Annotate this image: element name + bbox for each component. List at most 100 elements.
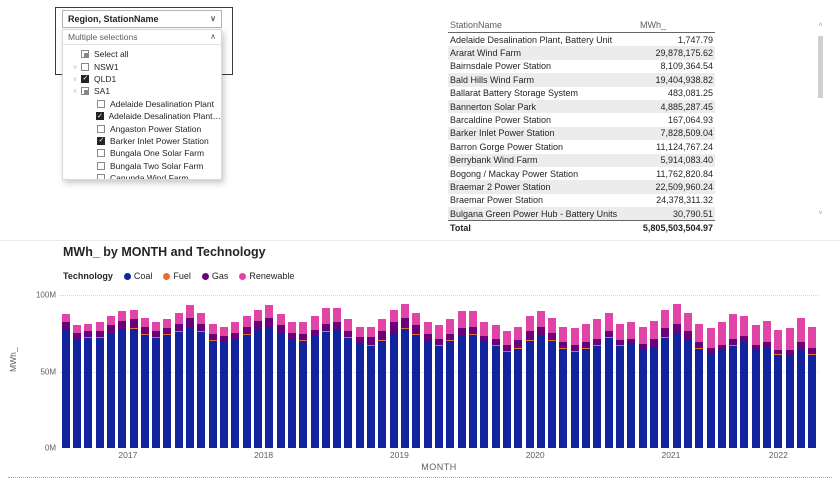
segment-renewable[interactable] <box>152 322 160 331</box>
stacked-bar-2018-06[interactable] <box>254 310 262 448</box>
stacked-bar-2017-05[interactable] <box>107 316 115 448</box>
legend-item-coal[interactable]: Coal <box>124 271 153 281</box>
segment-renewable[interactable] <box>322 308 330 323</box>
stacked-bar-2019-09[interactable] <box>424 322 432 448</box>
slicer-item-bungala-one-solar-farm[interactable]: Bungala One Solar Farm <box>63 147 221 159</box>
stacked-bar-2021-01[interactable] <box>605 313 613 448</box>
segment-renewable[interactable] <box>740 316 748 336</box>
segment-renewable[interactable] <box>582 324 590 342</box>
stacked-bar-2017-08[interactable] <box>141 318 149 448</box>
segment-renewable[interactable] <box>559 327 567 342</box>
slicer-item-canunda-wind-farm[interactable]: Canunda Wind Farm <box>63 172 221 180</box>
segment-renewable[interactable] <box>458 311 466 328</box>
table-row[interactable]: Adelaide Desalination Plant, Battery Uni… <box>448 33 715 46</box>
legend-item-gas[interactable]: Gas <box>202 271 229 281</box>
stacked-bar-2017-11[interactable] <box>175 313 183 448</box>
stacked-bar-2020-04[interactable] <box>503 331 511 448</box>
segment-coal[interactable] <box>537 336 545 448</box>
stacked-bar-2021-09[interactable] <box>695 324 703 448</box>
segment-coal[interactable] <box>786 356 794 448</box>
stacked-bar-2021-02[interactable] <box>616 324 624 448</box>
chevron-down-icon[interactable]: ∨ <box>210 15 216 23</box>
segment-gas[interactable] <box>684 331 692 339</box>
segment-coal[interactable] <box>526 341 534 448</box>
stacked-bar-2021-08[interactable] <box>684 313 692 448</box>
slicer-item-barker-inlet-power-station[interactable]: Barker Inlet Power Station <box>63 135 221 147</box>
legend-item-fuel[interactable]: Fuel <box>163 271 191 281</box>
table-scrollbar[interactable]: ˄ ˅ <box>817 22 824 218</box>
segment-coal[interactable] <box>175 332 183 448</box>
stacked-bar-2022-03[interactable] <box>763 321 771 448</box>
segment-renewable[interactable] <box>220 327 228 336</box>
checkbox-unchecked[interactable] <box>97 100 105 108</box>
segment-coal[interactable] <box>333 330 341 448</box>
stacked-bar-2019-07[interactable] <box>401 304 409 448</box>
segment-renewable[interactable] <box>605 313 613 331</box>
segment-coal[interactable] <box>458 336 466 448</box>
segment-coal[interactable] <box>378 341 386 448</box>
segment-coal[interactable] <box>752 350 760 448</box>
stacked-bar-2020-01[interactable] <box>469 311 477 448</box>
stacked-bar-2022-06[interactable] <box>797 318 805 448</box>
segment-gas[interactable] <box>254 321 262 330</box>
stacked-bar-2022-01[interactable] <box>740 316 748 448</box>
stacked-bar-2017-07[interactable] <box>130 310 138 448</box>
segment-renewable[interactable] <box>492 325 500 339</box>
stacked-bar-2022-07[interactable] <box>808 327 816 448</box>
chevron-down-icon[interactable]: ∨ <box>69 75 81 83</box>
segment-renewable[interactable] <box>163 319 171 328</box>
segment-renewable[interactable] <box>311 316 319 330</box>
stacked-bar-2020-05[interactable] <box>514 327 522 448</box>
stacked-bar-2022-04[interactable] <box>774 330 782 448</box>
segment-gas[interactable] <box>118 321 126 330</box>
checkbox-unchecked[interactable] <box>97 149 105 157</box>
segment-renewable[interactable] <box>84 324 92 332</box>
stacked-bar-2018-02[interactable] <box>209 324 217 448</box>
segment-renewable[interactable] <box>684 313 692 331</box>
stacked-bar-2017-12[interactable] <box>186 305 194 448</box>
stacked-bar-2017-01[interactable] <box>62 314 70 448</box>
scroll-up-icon[interactable]: ˄ <box>817 22 824 30</box>
segment-gas[interactable] <box>367 337 375 345</box>
segment-coal[interactable] <box>424 342 432 448</box>
table-row[interactable]: Bannerton Solar Park4,885,287.45 <box>448 100 715 113</box>
slicer-item-sa1[interactable]: ∧SA1 <box>63 85 221 97</box>
segment-renewable[interactable] <box>774 330 782 350</box>
segment-coal[interactable] <box>299 341 307 448</box>
segment-gas[interactable] <box>537 327 545 336</box>
segment-gas[interactable] <box>797 342 805 350</box>
segment-gas[interactable] <box>673 324 681 333</box>
segment-coal[interactable] <box>808 355 816 448</box>
stacked-bar-2018-05[interactable] <box>243 316 251 448</box>
stacked-bar-2021-11[interactable] <box>718 322 726 448</box>
segment-gas[interactable] <box>650 339 658 347</box>
segment-coal[interactable] <box>220 342 228 448</box>
segment-coal[interactable] <box>231 339 239 448</box>
segment-renewable[interactable] <box>231 322 239 333</box>
segment-renewable[interactable] <box>480 322 488 336</box>
segment-coal[interactable] <box>96 338 104 448</box>
segment-coal[interactable] <box>322 332 330 448</box>
segment-gas[interactable] <box>458 328 466 336</box>
checkbox-indeterminate[interactable] <box>81 87 89 95</box>
segment-renewable[interactable] <box>141 318 149 327</box>
stacked-bar-2017-10[interactable] <box>163 319 171 448</box>
stacked-bar-2019-01[interactable] <box>333 308 341 448</box>
stacked-bar-2017-06[interactable] <box>118 311 126 448</box>
segment-coal[interactable] <box>774 355 782 448</box>
segment-coal[interactable] <box>401 329 409 448</box>
segment-renewable[interactable] <box>209 324 217 335</box>
stacked-bar-2020-08[interactable] <box>548 318 556 448</box>
segment-coal[interactable] <box>311 336 319 448</box>
segment-gas[interactable] <box>378 331 386 340</box>
segment-coal[interactable] <box>639 350 647 448</box>
segment-renewable[interactable] <box>130 310 138 319</box>
segment-coal[interactable] <box>684 339 692 448</box>
chevron-down-icon[interactable]: ∨ <box>69 63 81 71</box>
segment-renewable[interactable] <box>514 327 522 341</box>
segment-renewable[interactable] <box>639 327 647 344</box>
segment-coal[interactable] <box>130 329 138 448</box>
segment-coal[interactable] <box>152 338 160 448</box>
segment-renewable[interactable] <box>254 310 262 321</box>
segment-renewable[interactable] <box>673 304 681 324</box>
